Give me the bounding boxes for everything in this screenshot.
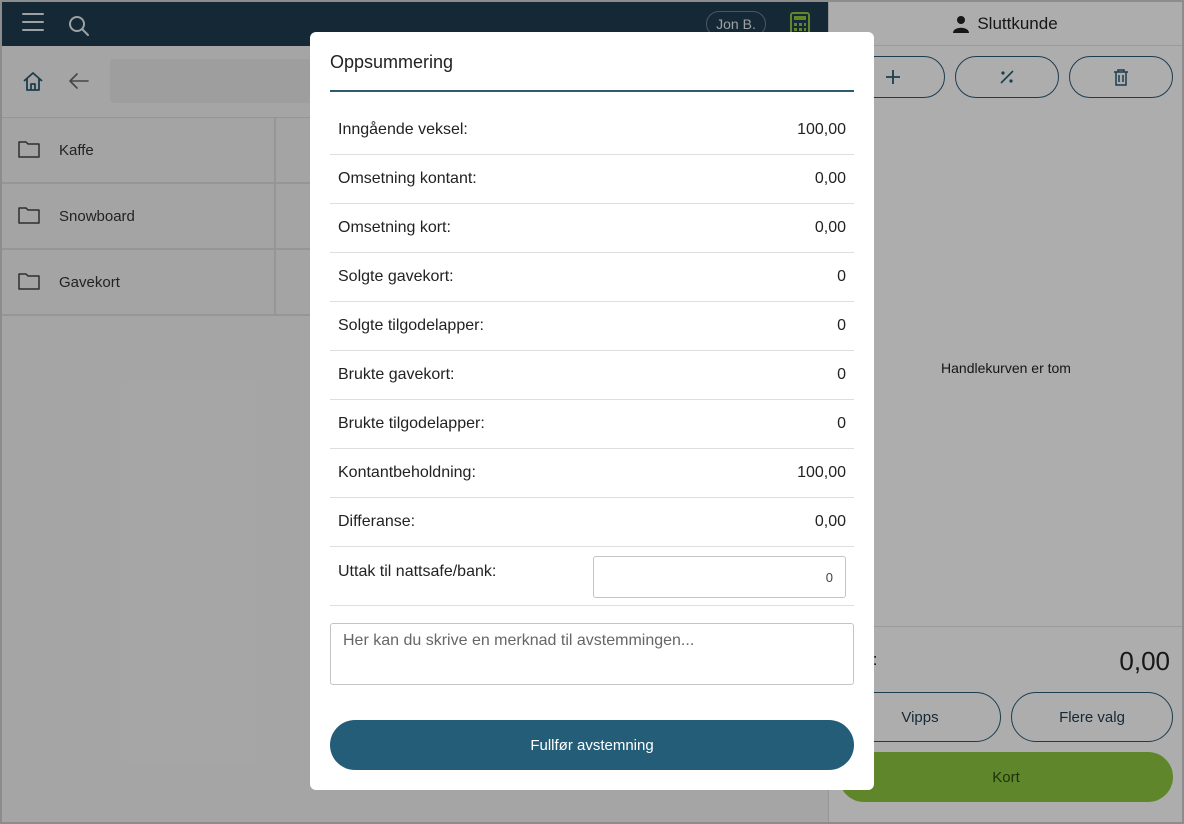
row-value: 0,00: [814, 219, 846, 236]
row-value: 0: [837, 317, 846, 334]
row-label: Kontantbeholdning:: [338, 464, 476, 481]
row-value: 0,00: [814, 513, 846, 530]
summary-row: Kontantbeholdning: 100,00: [330, 449, 854, 498]
withdraw-row: Uttak til nattsafe/bank:: [330, 547, 854, 606]
reconciliation-note-input[interactable]: [330, 623, 854, 685]
row-value: 0: [837, 415, 846, 432]
row-label: Solgte gavekort:: [338, 268, 454, 285]
summary-row: Inngående veksel: 100,00: [330, 106, 854, 155]
row-value: 100,00: [797, 464, 846, 481]
row-label: Brukte gavekort:: [338, 366, 455, 383]
row-value: 100,00: [797, 121, 846, 138]
summary-row: Brukte gavekort: 0: [330, 351, 854, 400]
dialog-title: Oppsummering: [330, 52, 454, 72]
summary-row: Brukte tilgodelapper: 0: [330, 400, 854, 449]
row-label: Omsetning kontant:: [338, 170, 477, 187]
summary-dialog: Oppsummering Inngående veksel: 100,00 Oms…: [310, 32, 874, 790]
row-value: 0: [837, 268, 846, 285]
row-value: 0,00: [814, 170, 846, 187]
row-label: Differanse:: [338, 513, 416, 530]
withdraw-amount-input[interactable]: [593, 556, 846, 598]
row-value: 0: [837, 366, 846, 383]
row-label: Inngående veksel:: [338, 121, 468, 138]
summary-row: Omsetning kontant: 0,00: [330, 155, 854, 204]
summary-row: Differanse: 0,00: [330, 498, 854, 547]
row-label: Solgte tilgodelapper:: [338, 317, 484, 334]
withdraw-label: Uttak til nattsafe/bank:: [338, 563, 497, 580]
summary-row: Solgte gavekort: 0: [330, 253, 854, 302]
finish-reconciliation-button[interactable]: Fullfør avstemning: [330, 720, 854, 770]
summary-row: Solgte tilgodelapper: 0: [330, 302, 854, 351]
row-label: Brukte tilgodelapper:: [338, 415, 485, 432]
summary-row: Omsetning kort: 0,00: [330, 204, 854, 253]
summary-table: Inngående veksel: 100,00 Omsetning kontan…: [330, 106, 854, 606]
row-label: Omsetning kort:: [338, 219, 451, 236]
